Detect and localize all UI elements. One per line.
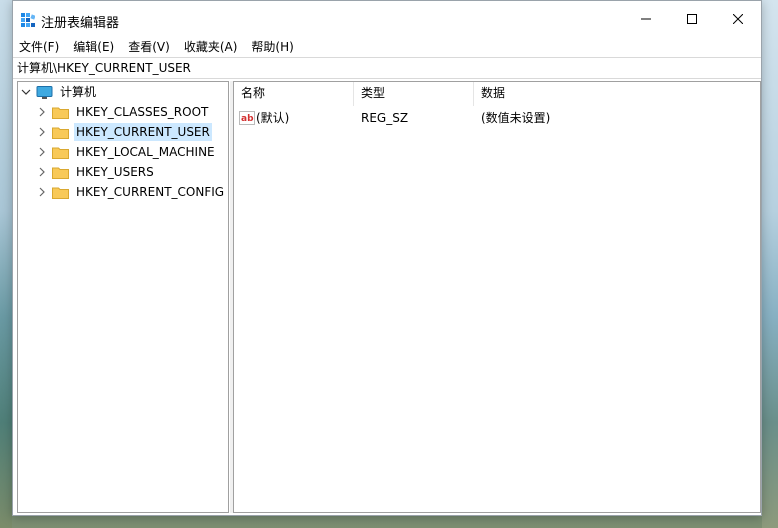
registry-tree[interactable]: 计算机 HKEY_CLASSES_ROOT HKEY_CURRENT_USER [17, 81, 229, 513]
values-list[interactable]: 名称 类型 数据 ab (默认) REG_SZ (数值未设置) [233, 81, 761, 513]
title-bar[interactable]: 注册表编辑器 [13, 1, 761, 37]
tree-item-label: HKEY_USERS [76, 165, 154, 179]
menu-edit[interactable]: 编辑(E) [66, 37, 121, 57]
value-type: REG_SZ [361, 111, 409, 125]
computer-icon [36, 85, 53, 99]
menu-file[interactable]: 文件(F) [13, 37, 66, 57]
chevron-right-icon[interactable] [36, 146, 48, 158]
folder-icon [52, 127, 69, 139]
tree-item-label: HKEY_CURRENT_USER [74, 123, 212, 141]
tree-item-label: HKEY_CURRENT_CONFIG [76, 185, 225, 199]
tree-item-computer[interactable]: 计算机 [20, 82, 98, 102]
menu-view[interactable]: 查看(V) [121, 37, 177, 57]
value-data: (数值未设置) [481, 111, 551, 125]
tree-item-hkey-current-config[interactable]: HKEY_CURRENT_CONFIG [36, 182, 226, 202]
folder-icon [52, 167, 69, 179]
close-button[interactable] [715, 1, 761, 37]
tree-item-label: HKEY_CLASSES_ROOT [76, 105, 209, 119]
chevron-right-icon[interactable] [36, 126, 48, 138]
list-item[interactable]: ab (默认) REG_SZ (数值未设置) [234, 108, 760, 128]
regedit-window: 注册表编辑器 文件(F) 编辑(E) 查看(V) 收藏夹(A) 帮助(H) 计算… [12, 0, 762, 516]
desktop-background-left [0, 0, 12, 528]
column-header-type[interactable]: 类型 [354, 82, 474, 106]
close-icon [733, 14, 743, 24]
address-bar[interactable]: 计算机\HKEY_CURRENT_USER [13, 57, 761, 79]
tree-item-hkey-users[interactable]: HKEY_USERS [36, 162, 156, 182]
minimize-icon [641, 18, 651, 20]
folder-icon [52, 187, 69, 199]
registry-editor-icon [21, 13, 35, 27]
chevron-right-icon[interactable] [36, 166, 48, 178]
menu-favorites[interactable]: 收藏夹(A) [177, 37, 245, 57]
tree-item-label: HKEY_LOCAL_MACHINE [76, 145, 215, 159]
chevron-down-icon[interactable] [20, 86, 32, 98]
folder-icon [52, 147, 69, 159]
tree-item-hkey-classes-root[interactable]: HKEY_CLASSES_ROOT [36, 102, 210, 122]
column-header-data[interactable]: 数据 [474, 82, 760, 106]
tree-item-hkey-current-user[interactable]: HKEY_CURRENT_USER [36, 122, 212, 142]
menu-bar: 文件(F) 编辑(E) 查看(V) 收藏夹(A) 帮助(H) [13, 37, 761, 57]
chevron-right-icon[interactable] [36, 106, 48, 118]
window-title: 注册表编辑器 [41, 16, 120, 31]
tree-item-hkey-local-machine[interactable]: HKEY_LOCAL_MACHINE [36, 142, 217, 162]
maximize-icon [687, 14, 697, 24]
svg-text:ab: ab [241, 114, 254, 124]
column-header-name[interactable]: 名称 [234, 82, 354, 106]
folder-icon [52, 107, 69, 119]
desktop-background-right [762, 0, 778, 528]
value-name: (默认) [256, 111, 290, 125]
tree-item-label: 计算机 [60, 85, 97, 99]
string-value-icon: ab [239, 111, 255, 125]
maximize-button[interactable] [669, 1, 715, 37]
chevron-right-icon[interactable] [36, 186, 48, 198]
minimize-button[interactable] [623, 1, 669, 37]
menu-help[interactable]: 帮助(H) [244, 37, 300, 57]
